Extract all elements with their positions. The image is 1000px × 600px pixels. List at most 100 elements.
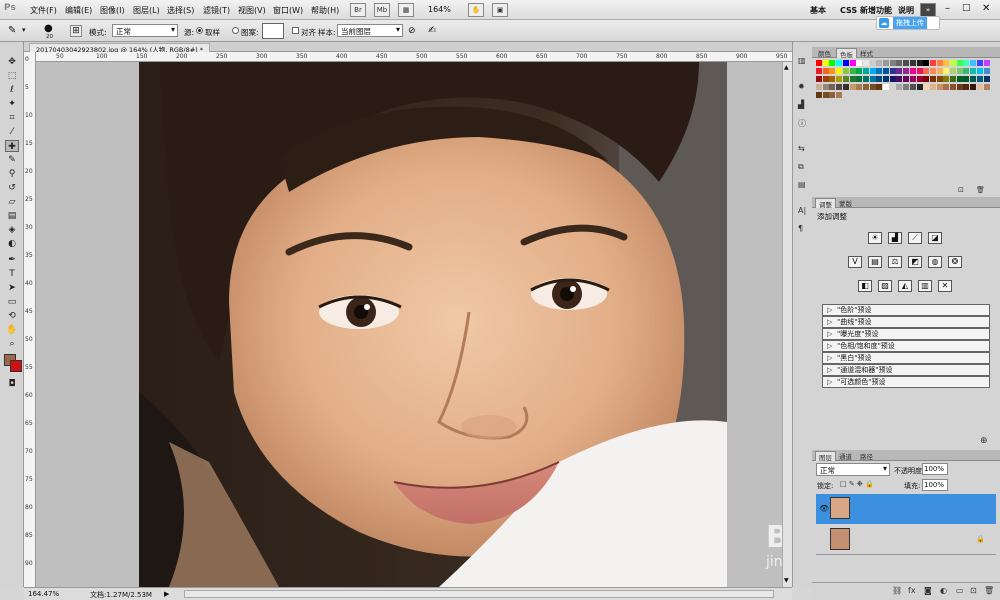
color-swatch[interactable] [943,60,950,66]
preset-black-white[interactable]: ▷ "黑白"预设 [822,352,990,364]
workspace-css[interactable]: CSS 新增功能 [840,5,892,16]
color-swatch[interactable] [842,68,849,74]
color-swatch[interactable] [896,76,903,82]
color-swatch[interactable] [856,60,863,66]
color-swatch[interactable] [822,84,829,90]
color-swatch[interactable] [963,76,970,82]
layer-row-background[interactable]: 🔒 [816,525,996,555]
color-swatch[interactable] [936,60,943,66]
lock-pixels-icon[interactable]: □ ✎ ✥ 🔒 [840,480,874,488]
color-swatch[interactable] [889,76,896,82]
brush-panel-icon[interactable]: ⊞ [70,25,82,37]
color-swatch[interactable] [842,60,849,66]
color-swatch[interactable] [909,76,916,82]
crop-tool-icon[interactable]: ⌗ [5,112,19,124]
color-swatch[interactable] [950,84,956,90]
color-swatch[interactable] [923,84,930,90]
brush-tool-icon[interactable]: ✎ [5,154,19,166]
color-swatch[interactable] [903,84,910,90]
color-swatch[interactable] [929,76,936,82]
tab-paths[interactable]: 路径 [857,451,876,461]
color-swatch[interactable] [829,76,836,82]
color-swatch[interactable] [829,92,836,98]
color-swatch[interactable] [842,76,849,82]
color-swatch[interactable] [862,84,869,90]
mode-select[interactable]: 正常 [112,24,178,37]
menu-window[interactable]: 窗口(W) [273,5,303,16]
brightness-icon[interactable]: ☀ [868,232,882,244]
color-swatch[interactable] [849,76,856,82]
color-swatch[interactable] [976,68,983,74]
background-color[interactable] [10,360,22,372]
menu-filter[interactable]: 滤镜(T) [203,5,230,16]
color-swatch[interactable] [862,60,869,66]
color-swatch[interactable] [856,68,863,74]
color-swatch[interactable] [889,84,896,90]
tab-masks[interactable]: 蒙版 [836,198,855,208]
color-swatch[interactable] [909,68,916,74]
ignore-adjustment-icon[interactable]: ⊘ [408,26,416,36]
threshold-icon[interactable]: ◭ [898,280,912,292]
color-swatch[interactable] [836,76,843,82]
color-swatch[interactable] [822,68,829,74]
color-swatch[interactable] [943,84,950,90]
preset-selective-color[interactable]: ▷ "可选颜色"预设 [822,376,990,388]
color-swatch[interactable] [816,60,822,66]
black-white-icon[interactable]: ◩ [908,256,922,268]
color-swatch[interactable] [923,60,930,66]
zoom-tool-icon[interactable]: ⌕ [5,338,19,350]
brush-presets-icon[interactable]: ⇆ [798,144,805,153]
color-swatch[interactable] [869,76,876,82]
color-swatch[interactable] [950,76,956,82]
stamp-tool-icon[interactable]: ⚲ [5,168,19,180]
status-arrow-icon[interactable]: ▶ [164,590,169,598]
color-swatch[interactable] [983,84,990,90]
3d-rotate-tool-icon[interactable]: ⟲ [5,310,19,322]
source-pattern-radio[interactable] [232,27,239,34]
color-swatch[interactable] [963,60,970,66]
photo-canvas[interactable] [139,62,727,587]
paragraph-icon[interactable]: ¶ [798,224,803,233]
color-swatch[interactable] [896,68,903,74]
color-swatch[interactable] [836,68,843,74]
color-swatch[interactable] [822,76,829,82]
gradient-map-icon[interactable]: ▥ [918,280,932,292]
layer-row-selected[interactable]: 👁 [816,494,996,524]
clone-stamp-icon[interactable]: ✎ [8,25,16,36]
color-swatch[interactable] [956,68,963,74]
color-swatch[interactable] [842,84,849,90]
exposure-icon[interactable]: ◪ [928,232,942,244]
lasso-tool-icon[interactable]: ℓ [5,84,19,96]
color-swatch[interactable] [896,60,903,66]
dodge-tool-icon[interactable]: ◐ [5,238,19,250]
tab-color[interactable]: 颜色 [815,48,834,58]
color-swatch[interactable] [829,60,836,66]
pressure-icon[interactable]: ✍ [428,25,436,36]
color-swatch[interactable] [816,68,822,74]
character-icon[interactable]: A| [798,206,806,215]
color-swatch[interactable] [856,76,863,82]
color-swatch[interactable] [929,84,936,90]
selective-color-icon[interactable]: ✕ [938,280,952,292]
tab-swatches[interactable]: 色板 [836,48,857,59]
color-swatch[interactable] [883,60,889,66]
color-swatch[interactable] [963,84,970,90]
pattern-picker[interactable] [262,23,284,39]
color-swatch[interactable] [923,68,930,74]
more-icon[interactable]: » [920,3,936,17]
color-balance-icon[interactable]: ⚖ [888,256,902,268]
minibridge-button[interactable]: Mb [374,3,390,17]
delete-swatch-icon[interactable]: 🗑 [976,186,985,194]
marquee-tool-icon[interactable]: ⬚ [5,70,19,82]
color-swatch[interactable] [903,60,910,66]
color-swatch[interactable] [916,60,923,66]
levels-icon[interactable]: ▟ [888,232,902,244]
move-tool-icon[interactable]: ✥ [5,56,19,68]
color-swatch[interactable] [916,84,923,90]
clone-source-icon[interactable]: ⧉ [798,162,804,172]
color-swatch[interactable] [903,68,910,74]
arrange-icon[interactable]: ▣ [492,3,508,17]
shape-tool-icon[interactable]: ▭ [5,296,19,308]
color-swatch[interactable] [950,60,956,66]
swatch-grid[interactable] [816,60,992,104]
